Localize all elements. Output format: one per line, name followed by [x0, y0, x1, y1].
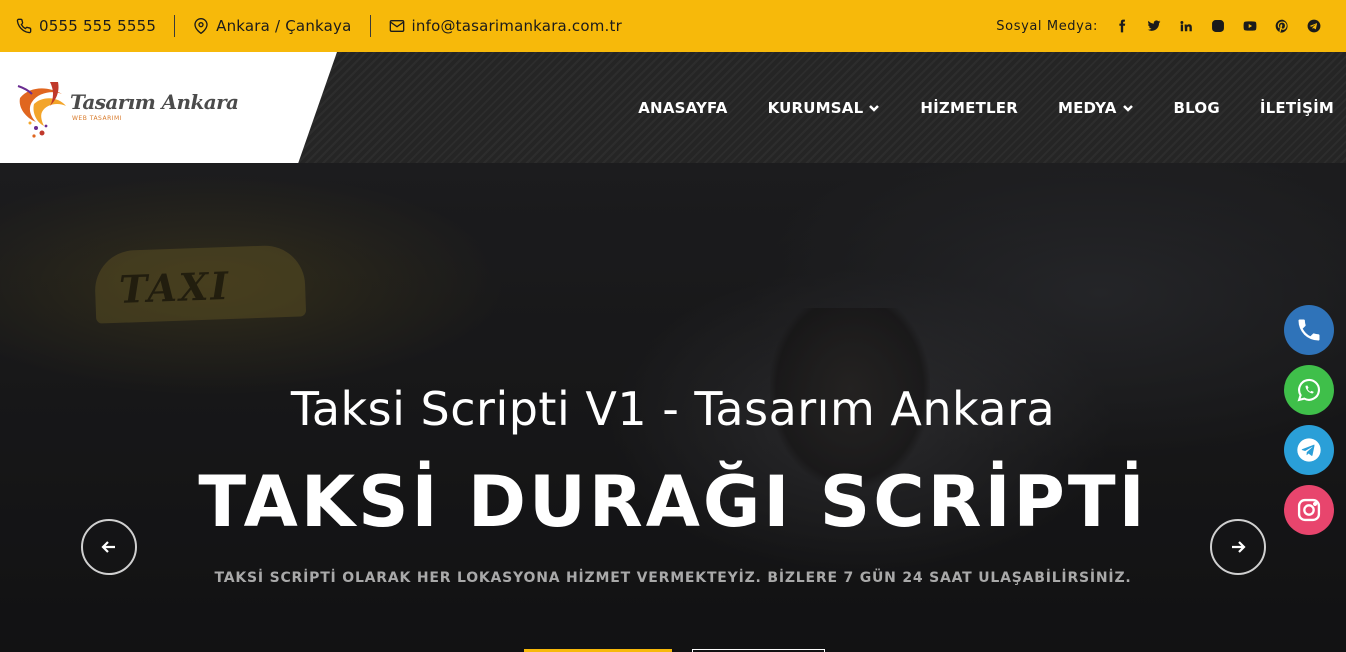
email-contact[interactable]: info@tasarimankara.com.tr [389, 17, 622, 35]
nav-item-label: MEDYA [1057, 98, 1117, 117]
logo-panel: Tasarım Ankara WEB TASARIMI [0, 52, 337, 163]
nav-item-hizmetler[interactable]: HİZMETLER [920, 99, 1018, 117]
nav-item-label: KURUMSAL [767, 98, 864, 117]
chevron-down-icon [1122, 104, 1133, 112]
linkedin-icon[interactable] [1170, 11, 1202, 41]
social-label: Sosyal Medya: [996, 18, 1098, 34]
float-whatsapp-button[interactable] [1284, 365, 1334, 415]
nav-item-blog[interactable]: BLOG [1174, 99, 1220, 117]
nav-item-label: ANASAYFA [638, 98, 728, 117]
telegram-icon[interactable] [1298, 11, 1330, 41]
top-bar: 0555 555 5555 Ankara / Çankaya info@tasa… [0, 0, 1346, 52]
brand-tagline: WEB TASARIMI [72, 115, 122, 122]
nav-item-label: İLETİŞİM [1259, 98, 1334, 117]
nav-item-iletisim[interactable]: İLETİŞİM [1260, 99, 1334, 117]
social-media: Sosyal Medya: [996, 11, 1330, 41]
phone-number: 0555 555 5555 [39, 17, 157, 35]
nav-item-kurumsal[interactable]: KURUMSAL [768, 99, 881, 117]
arrow-right-icon [1232, 541, 1246, 553]
email-address: info@tasarimankara.com.tr [411, 17, 622, 35]
main-nav: ANASAYFA KURUMSAL HİZMETLER MEDYA BLOG İ… [598, 52, 1334, 163]
site-header: Tasarım Ankara WEB TASARIMI ANASAYFA KUR… [0, 52, 1346, 163]
location-contact: Ankara / Çankaya [193, 17, 351, 35]
telegram-icon [1297, 438, 1321, 462]
phone-icon [1298, 319, 1320, 341]
whatsapp-icon [1297, 378, 1320, 402]
instagram-icon [1297, 498, 1321, 522]
nav-item-medya[interactable]: MEDYA [1058, 99, 1134, 117]
nav-item-label: BLOG [1173, 98, 1220, 117]
brand-name[interactable]: Tasarım Ankara [70, 90, 239, 114]
twitter-icon[interactable] [1138, 11, 1170, 41]
nav-item-anasayfa[interactable]: ANASAYFA [638, 99, 727, 117]
phone-icon [16, 18, 32, 34]
hero-description: TAKSİ SCRİPTİ OLARAK HER LOKASYONA HİZME… [214, 570, 1132, 586]
hero-slider: TAXI Taksi Scripti V1 - Tasarım Ankara T… [0, 163, 1346, 652]
hero-subtitle: Taksi Scripti V1 - Tasarım Ankara [290, 382, 1056, 436]
slider-prev-button[interactable] [81, 519, 137, 575]
float-telegram-button[interactable] [1284, 425, 1334, 475]
facebook-icon[interactable] [1106, 11, 1138, 41]
brand-logo-icon[interactable] [14, 76, 78, 142]
location-text: Ankara / Çankaya [216, 17, 352, 35]
slider-next-button[interactable] [1210, 519, 1266, 575]
hero-title: TAKSİ DURAĞI SCRİPTİ [198, 461, 1148, 543]
divider [174, 15, 176, 37]
divider [369, 15, 371, 37]
phone-contact[interactable]: 0555 555 5555 [16, 17, 156, 35]
arrow-left-icon [101, 541, 115, 553]
float-instagram-button[interactable] [1284, 485, 1334, 535]
youtube-icon[interactable] [1234, 11, 1266, 41]
chevron-down-icon [869, 104, 880, 112]
instagram-icon[interactable] [1202, 11, 1234, 41]
mail-icon [389, 20, 404, 32]
nav-item-label: HİZMETLER [920, 98, 1018, 117]
pinterest-icon[interactable] [1266, 11, 1298, 41]
map-pin-icon [194, 18, 208, 34]
float-phone-button[interactable] [1284, 305, 1334, 355]
